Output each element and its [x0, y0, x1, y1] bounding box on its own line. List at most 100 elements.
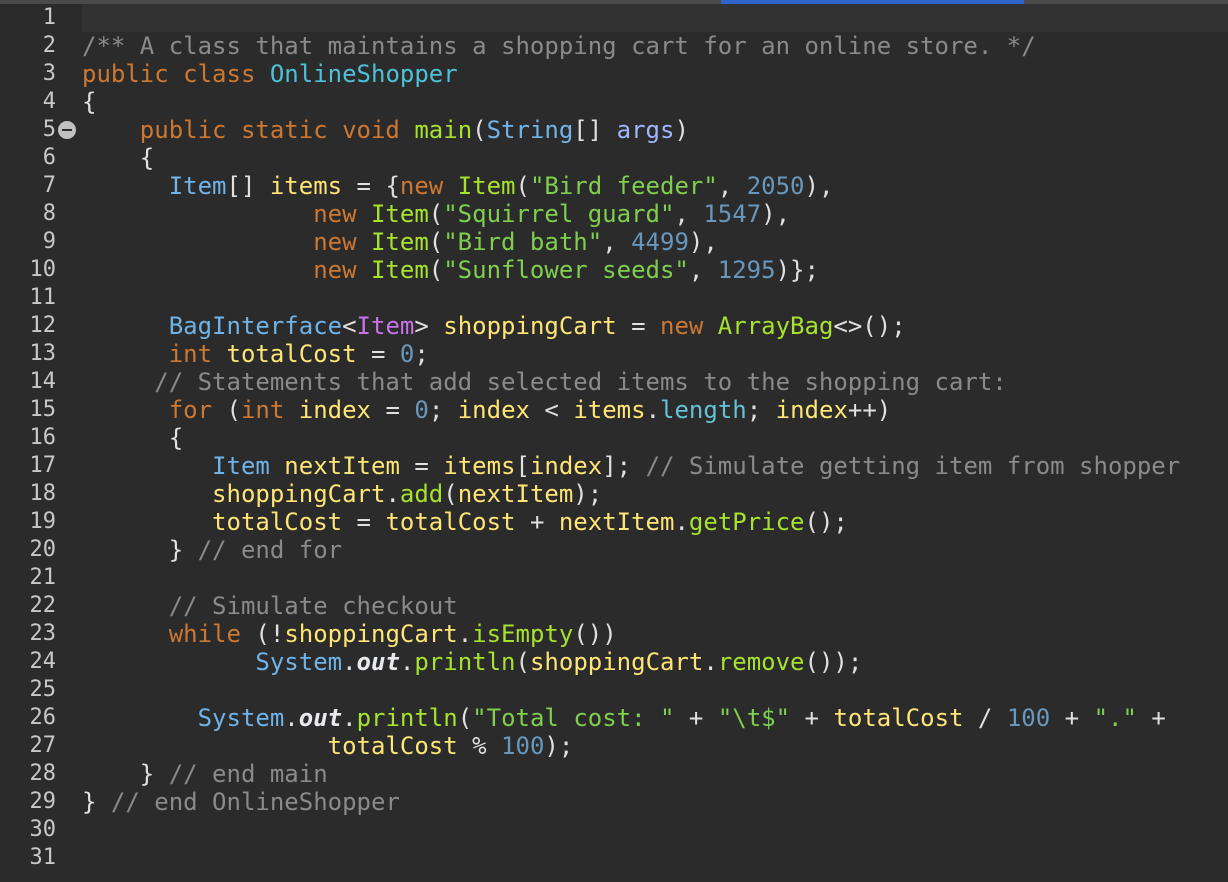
code-token: while	[168, 620, 256, 648]
code-line[interactable]: System.out.println("Total cost: " + "\t$…	[82, 704, 1166, 732]
code-token: (	[515, 172, 530, 200]
code-line[interactable]: shoppingCart.add(nextItem);	[82, 480, 602, 508]
code-token: "Sunflower seeds"	[443, 256, 689, 284]
code-token: length	[660, 396, 747, 424]
code-token: nextItem	[558, 508, 675, 536]
code-line[interactable]: new Item("Squirrel guard", 1547),	[82, 200, 790, 228]
code-token: totalCost	[385, 508, 516, 536]
code-token: add	[399, 480, 444, 508]
code-token: .	[674, 508, 689, 536]
code-token: (	[428, 228, 444, 256]
code-line[interactable]: {	[82, 144, 154, 172]
code-token: "."	[1093, 704, 1137, 732]
code-line[interactable]: } // end OnlineShopper	[82, 788, 400, 816]
code-token: Item	[370, 228, 429, 256]
code-token: +	[1136, 704, 1166, 732]
code-line[interactable]: /** A class that maintains a shopping ca…	[82, 32, 1036, 60]
code-token: []	[226, 172, 270, 200]
code-token: (	[226, 396, 241, 424]
code-line[interactable]: totalCost = totalCost + nextItem.getPric…	[82, 508, 848, 536]
code-token: .	[399, 648, 415, 676]
code-token: totalCost	[327, 732, 458, 760]
line-number: 2	[42, 33, 56, 58]
code-token: // Statements that add selected items to…	[82, 368, 1007, 396]
code-token: ());	[804, 648, 863, 676]
code-token: isEmpty	[472, 620, 574, 648]
code-line[interactable]: Item[] items = {new Item("Bird feeder", …	[82, 172, 834, 200]
code-line[interactable]: {	[82, 88, 96, 116]
code-token: /** A class that maintains a shopping ca…	[82, 32, 1036, 60]
code-line[interactable]: } // end for	[82, 536, 342, 564]
code-token: <	[342, 312, 357, 340]
code-token: >	[414, 312, 444, 340]
code-line[interactable]: while (!shoppingCart.isEmpty())	[82, 620, 617, 648]
code-token: index	[298, 396, 371, 424]
code-text-area[interactable]: /** A class that maintains a shopping ca…	[82, 4, 1228, 882]
code-line[interactable]: } // end main	[82, 760, 328, 788]
code-token: 0	[399, 340, 415, 368]
code-line[interactable]: // Statements that add selected items to…	[82, 368, 1007, 396]
code-token: OnlineShopper	[269, 60, 458, 88]
code-line[interactable]: {	[82, 424, 183, 452]
code-token: items	[573, 396, 646, 424]
code-token: 100	[1006, 704, 1051, 732]
code-token: ArrayBag	[717, 312, 834, 340]
code-token: .	[342, 704, 357, 732]
line-number: 4	[42, 89, 56, 114]
code-line[interactable]: for (int index = 0; index < items.length…	[82, 396, 892, 424]
code-token: .	[342, 648, 357, 676]
line-number: 21	[29, 565, 57, 590]
code-line[interactable]: totalCost % 100);	[82, 732, 574, 760]
code-token: args	[616, 116, 675, 144]
code-token: (	[428, 200, 444, 228]
line-number: 15	[29, 397, 57, 422]
code-token: )};	[775, 256, 819, 284]
code-line[interactable]: public class OnlineShopper	[82, 60, 458, 88]
code-token: shoppingCart	[443, 312, 617, 340]
code-line[interactable]: System.out.println(shoppingCart.remove()…	[82, 648, 862, 676]
code-token: public static void	[82, 116, 415, 144]
line-number: 7	[42, 173, 56, 198]
line-number: 12	[29, 313, 57, 338]
line-number: 5	[42, 117, 56, 142]
line-number: 29	[29, 789, 57, 814]
code-line[interactable]: new Item("Sunflower seeds", 1295)};	[82, 256, 819, 284]
code-token: (!	[255, 620, 285, 648]
code-token: out	[356, 648, 400, 676]
code-token: Item	[370, 200, 429, 228]
code-line[interactable]: // Simulate checkout	[82, 592, 458, 620]
code-token: new	[313, 200, 371, 228]
code-token: ())	[573, 620, 617, 648]
code-token: out	[298, 704, 343, 732]
code-token: {	[82, 88, 97, 116]
code-token: 100	[501, 732, 545, 760]
code-line[interactable]: int totalCost = 0;	[82, 340, 429, 368]
line-number: 3	[42, 61, 56, 86]
code-token: System	[255, 648, 343, 676]
code-token: // end OnlineShopper	[110, 788, 400, 816]
code-token: =	[371, 396, 415, 424]
fold-collapse-icon[interactable]	[58, 121, 76, 139]
code-token: String	[486, 116, 574, 144]
code-line[interactable]: public static void main(String[] args)	[82, 116, 689, 144]
code-token: = {	[342, 172, 400, 200]
code-token: 4499	[631, 228, 689, 256]
line-number: 8	[42, 201, 56, 226]
code-token: (	[515, 648, 530, 676]
code-editor[interactable]: 1 2 3 4 5 6 7 8 9 10 11 12 13 14 15 16 17 18 19 20 21 22 23 24 2…	[0, 0, 1228, 882]
code-token: ),	[804, 172, 834, 200]
code-line[interactable]: BagInterface<Item> shoppingCart = new Ar…	[82, 312, 906, 340]
line-number: 9	[42, 229, 56, 254]
line-number: 28	[29, 761, 57, 786]
line-number: 19	[29, 509, 57, 534]
code-line[interactable]: Item nextItem = items[index]; // Simulat…	[82, 452, 1180, 480]
code-token: Item	[457, 172, 516, 200]
code-token: {	[82, 424, 184, 452]
code-line[interactable]: new Item("Bird bath", 4499),	[82, 228, 718, 256]
code-token: Item	[168, 172, 227, 200]
code-token: %	[457, 732, 502, 760]
code-token: }	[82, 788, 111, 816]
